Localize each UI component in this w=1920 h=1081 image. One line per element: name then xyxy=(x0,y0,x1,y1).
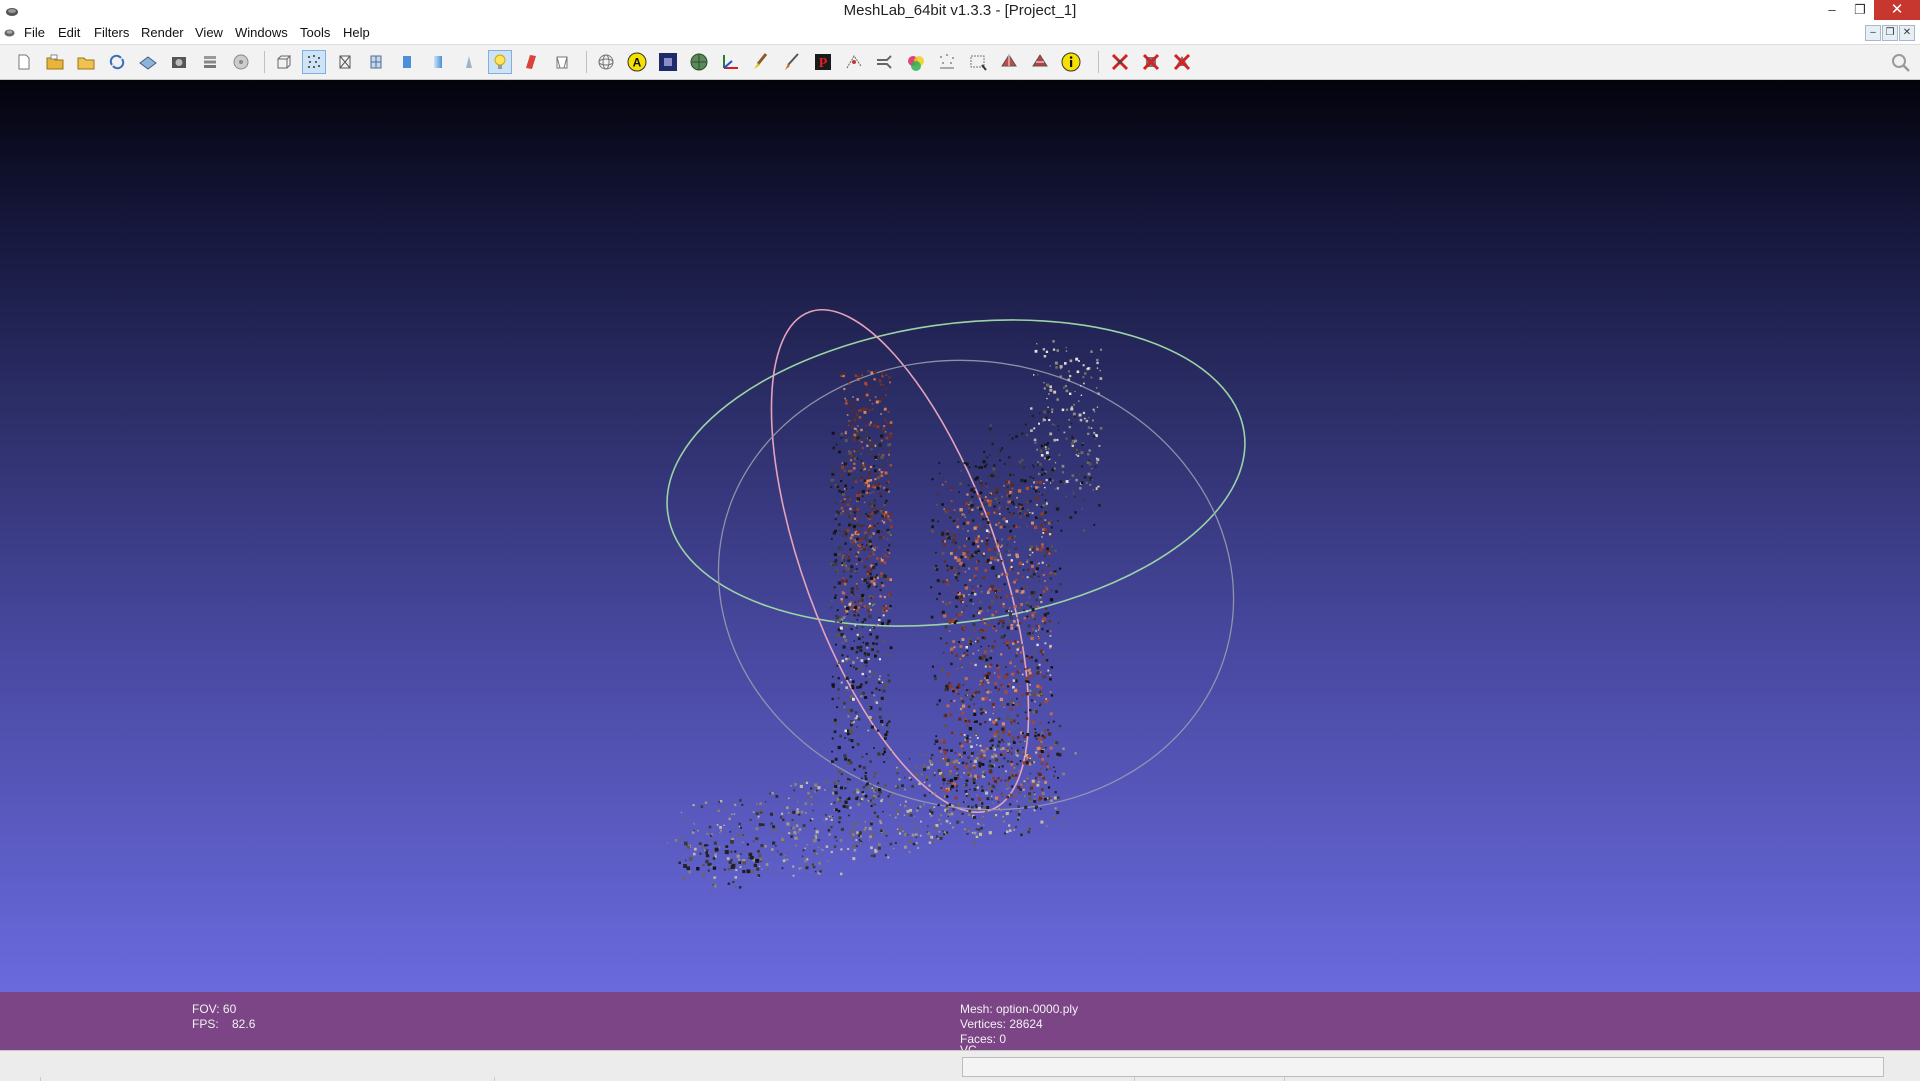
mdi-restore-button[interactable]: ❐ xyxy=(1882,25,1898,41)
fancy-light-icon[interactable] xyxy=(550,50,574,74)
status-divider xyxy=(494,1077,496,1081)
mdi-minimize-button[interactable]: – xyxy=(1865,25,1881,41)
menu-tools[interactable]: Tools xyxy=(300,25,330,40)
title-bar: MeshLab_64bit v1.3.3 - [Project_1] – ❐ ✕ xyxy=(0,0,1920,22)
new-project-icon[interactable] xyxy=(12,50,36,74)
import-mesh-icon[interactable] xyxy=(74,50,98,74)
3d-viewport[interactable] xyxy=(0,80,1920,992)
status-bar xyxy=(0,1050,1920,1081)
disk-icon[interactable] xyxy=(229,50,253,74)
point-cloud-shelf xyxy=(930,460,1063,813)
svg-text:A: A xyxy=(633,56,642,70)
close-button[interactable]: ✕ xyxy=(1874,0,1920,20)
hidden-lines-icon[interactable] xyxy=(364,50,388,74)
window-title: MeshLab_64bit v1.3.3 - [Project_1] xyxy=(843,2,1077,19)
save-icon[interactable] xyxy=(136,50,160,74)
menu-render[interactable]: Render xyxy=(141,25,184,40)
mesh-name-label: Mesh: option-0000.ply xyxy=(960,1002,1079,1016)
paint-brush-icon[interactable] xyxy=(749,50,773,74)
point-cloud-top xyxy=(980,340,1103,532)
menu-edit[interactable]: Edit xyxy=(58,25,80,40)
status-progress-box xyxy=(962,1057,1884,1077)
fps-label: FPS: 82.6 xyxy=(192,1017,256,1031)
search-icon[interactable] xyxy=(1890,52,1912,74)
measure-icon[interactable] xyxy=(842,50,866,74)
select-vertices-icon[interactable]: P xyxy=(811,50,835,74)
open-project-icon[interactable] xyxy=(43,50,67,74)
smooth-render-icon[interactable] xyxy=(426,50,450,74)
trackball-ring-horizontal[interactable] xyxy=(647,285,1265,661)
paint-icon[interactable] xyxy=(780,50,804,74)
status-divider xyxy=(1284,1077,1286,1081)
minimize-button[interactable]: – xyxy=(1818,0,1846,20)
layers-icon[interactable] xyxy=(198,50,222,74)
annotation-icon[interactable]: A xyxy=(625,50,649,74)
delete-vertices-icon[interactable] xyxy=(1108,50,1132,74)
info-overlay: FOV: 60 FPS: 82.6 Mesh: option-0000.ply … xyxy=(0,992,1920,1050)
fov-label: FOV: 60 xyxy=(192,1002,237,1016)
menu-filters[interactable]: Filters xyxy=(94,25,129,40)
bounding-box-icon[interactable] xyxy=(271,50,295,74)
menu-view[interactable]: View xyxy=(195,25,223,40)
toolbar-separator xyxy=(586,51,587,73)
select-faces-icon[interactable] xyxy=(966,50,990,74)
svg-text:P: P xyxy=(819,56,828,71)
menu-bar: File Edit Filters Render View Windows To… xyxy=(0,22,1920,45)
vertices-count-label: Vertices: 28624 xyxy=(960,1017,1043,1031)
toolbar-separator xyxy=(1098,51,1099,73)
status-divider xyxy=(40,1077,42,1081)
sphere-icon[interactable] xyxy=(687,50,711,74)
snapshot-icon[interactable] xyxy=(167,50,191,74)
toolbar-separator xyxy=(264,51,265,73)
status-divider xyxy=(1134,1077,1136,1081)
axes-icon[interactable] xyxy=(718,50,742,74)
main-toolbar: A P xyxy=(0,45,1920,80)
points-render-icon[interactable] xyxy=(302,50,326,74)
info-icon[interactable] xyxy=(1059,50,1083,74)
menu-windows[interactable]: Windows xyxy=(235,25,288,40)
menu-file[interactable]: File xyxy=(24,25,45,40)
reload-icon[interactable] xyxy=(105,50,129,74)
align-icon[interactable] xyxy=(873,50,897,74)
menu-help[interactable]: Help xyxy=(343,25,370,40)
point-cloud-door-frame xyxy=(830,370,893,813)
light-bulb-icon[interactable] xyxy=(488,50,512,74)
mdi-close-button[interactable]: ✕ xyxy=(1899,25,1915,41)
color-icon[interactable] xyxy=(904,50,928,74)
back-face-icon[interactable] xyxy=(519,50,543,74)
maximize-button[interactable]: ❐ xyxy=(1846,0,1874,20)
delete-faces-icon[interactable] xyxy=(1139,50,1163,74)
edit-pick-icon[interactable] xyxy=(997,50,1021,74)
texture-render-icon[interactable] xyxy=(457,50,481,74)
point-cloud-scene[interactable] xyxy=(0,80,1920,992)
trackball-icon[interactable] xyxy=(594,50,618,74)
edit-manipulator-icon[interactable] xyxy=(1028,50,1052,74)
raster-layer-icon[interactable] xyxy=(656,50,680,74)
document-icon[interactable] xyxy=(3,26,16,39)
flat-render-icon[interactable] xyxy=(395,50,419,74)
wireframe-icon[interactable] xyxy=(333,50,357,74)
reference-icon[interactable] xyxy=(935,50,959,74)
delete-faces-vertices-icon[interactable] xyxy=(1170,50,1194,74)
